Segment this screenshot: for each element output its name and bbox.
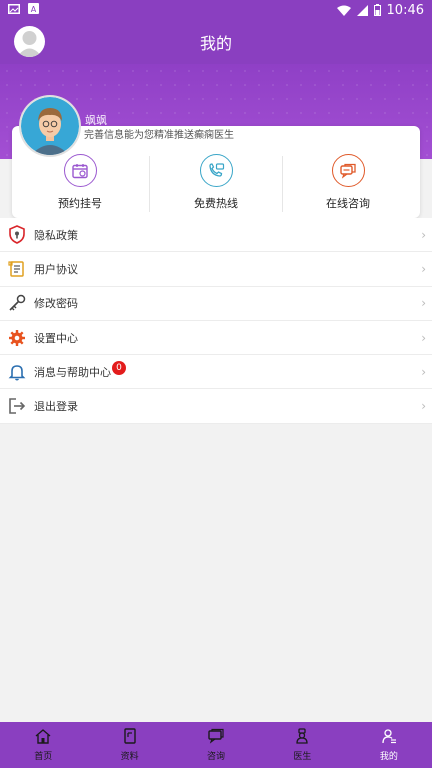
menu-item-agreement[interactable]: 用户协议 ›: [0, 252, 432, 287]
tab-label: 资料: [120, 752, 139, 762]
signal-icon: [356, 4, 368, 16]
quick-action-label: 免费热线: [194, 197, 238, 210]
chevron-right-icon: ›: [421, 227, 426, 242]
battery-icon: [373, 4, 381, 16]
chevron-right-icon: ›: [421, 261, 426, 276]
svg-text:A: A: [31, 5, 37, 14]
wifi-icon: [336, 5, 351, 16]
menu-item-settings[interactable]: 设置中心 ›: [0, 321, 432, 356]
top-bar: 我的: [0, 20, 432, 64]
header-avatar[interactable]: [14, 26, 45, 57]
menu-item-change-password[interactable]: 修改密码 ›: [0, 287, 432, 321]
document-icon: [123, 728, 137, 747]
page-title: 我的: [199, 34, 232, 53]
gear-icon: [0, 329, 34, 347]
app-notification-icon: A: [28, 2, 39, 18]
tab-home[interactable]: 首页: [0, 722, 86, 768]
chat-bubbles-icon: [331, 154, 365, 187]
chevron-right-icon: ›: [421, 364, 426, 379]
menu-item-label: 消息与帮助中心: [34, 365, 111, 379]
quick-action-label: 在线咨询: [326, 197, 370, 210]
chevron-right-icon: ›: [421, 330, 426, 345]
tab-doctor[interactable]: 医生: [259, 722, 345, 768]
menu-item-label: 设置中心: [34, 331, 78, 345]
logout-icon: [0, 397, 34, 415]
avatar[interactable]: [21, 97, 79, 155]
menu-item-label: 用户协议: [34, 262, 78, 276]
tab-consult[interactable]: 咨询: [173, 722, 259, 768]
shield-icon: [0, 225, 34, 245]
tab-label: 咨询: [207, 752, 226, 762]
status-bar: A 10:46: [0, 0, 432, 20]
notification-badge: 0: [112, 360, 126, 375]
tab-mine[interactable]: 我的: [346, 722, 432, 768]
bell-icon: [0, 363, 34, 381]
menu-item-label: 退出登录: [34, 400, 78, 414]
quick-action-label: 预约挂号: [58, 197, 102, 210]
quick-action-hotline[interactable]: 免费热线: [148, 154, 284, 212]
tab-label: 我的: [379, 752, 398, 762]
menu-item-messages-help[interactable]: 消息与帮助中心 0 ›: [0, 355, 432, 390]
phone-chat-icon: [199, 154, 233, 187]
menu-item-privacy[interactable]: 隐私政策 ›: [0, 218, 432, 253]
tab-materials[interactable]: 资料: [86, 722, 172, 768]
key-icon: [0, 294, 34, 312]
bottom-tab-bar: 首页 资料 咨询 医生 我的: [0, 722, 432, 768]
menu-item-label: 隐私政策: [34, 228, 78, 242]
status-time: 10:46: [386, 2, 424, 18]
tab-label: 首页: [34, 752, 53, 762]
menu-item-label: 修改密码: [34, 297, 78, 311]
quick-action-appointment[interactable]: 预约挂号: [12, 154, 148, 212]
image-notification-icon: [8, 3, 20, 18]
menu-item-logout[interactable]: 退出登录 ›: [0, 389, 432, 424]
chevron-right-icon: ›: [421, 399, 426, 414]
tab-label: 医生: [293, 752, 312, 762]
profile-icon: [381, 728, 397, 747]
settings-menu: 隐私政策 › 用户协议 › 修改密码 › 设置中心 › 消息与帮助中心 0 › …: [0, 218, 432, 424]
calendar-icon: [63, 154, 97, 187]
scroll-icon: [0, 260, 34, 278]
home-icon: [34, 728, 52, 747]
chat-icon: [207, 728, 225, 747]
quick-action-consult[interactable]: 在线咨询: [280, 154, 416, 212]
doctor-icon: [294, 728, 310, 747]
profile-subtitle: 完善信息能为您精准推送癫痫医生: [84, 130, 234, 141]
chevron-right-icon: ›: [421, 296, 426, 311]
